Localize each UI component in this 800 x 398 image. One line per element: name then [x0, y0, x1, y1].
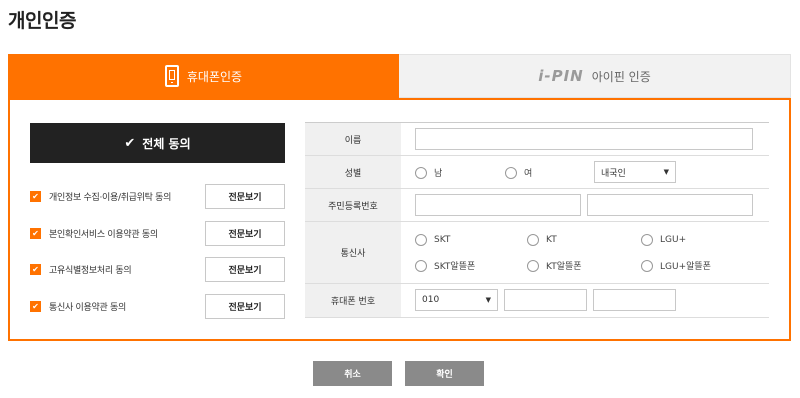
radio-circle-icon	[415, 234, 427, 246]
view-full-button[interactable]: 전문보기	[205, 220, 285, 246]
phone-cell: 010 ▼	[401, 284, 769, 317]
radio-circle-icon	[527, 259, 539, 272]
name-label: 이름	[305, 123, 401, 155]
radio-male[interactable]: 남	[415, 166, 442, 179]
radio-carrier-kt[interactable]: KT	[527, 234, 557, 246]
carrier-label-kt-mvno: KT알뜰폰	[546, 262, 582, 272]
radio-carrier-lgu[interactable]: LGU+	[641, 234, 686, 246]
radio-circle-icon	[415, 166, 427, 179]
term-label: 고유식별정보처리 동의	[49, 266, 132, 276]
terms-list: ✔ 개인정보 수집·이용/취급위탁 동의 전문보기 ✔ 본인확인서비스 이용약관…	[30, 184, 290, 330]
agree-all-button[interactable]: ✔ 전체 동의	[30, 123, 285, 163]
carrier-label-lgu: LGU+	[660, 235, 687, 245]
check-icon: ✔	[124, 135, 136, 151]
tab-phone-auth-label: 휴대폰인증	[186, 69, 243, 84]
phone-label: 휴대폰 번호	[305, 284, 401, 317]
phone-prefix-value: 010	[422, 295, 440, 305]
term-label: 통신사 이용약관 동의	[49, 302, 126, 313]
radio-carrier-lgu-mvno[interactable]: LGU+알뜰폰	[641, 259, 711, 272]
rrn-cell	[401, 189, 769, 221]
carrier-cell: SKT KT LGU+ SKT알뜰폰 KT알뜰폰 LGU+알뜰폰	[401, 222, 769, 283]
term-item: ✔ 고유식별정보처리 동의 전문보기	[30, 257, 290, 282]
term-label: 본인확인서비스 이용약관 동의	[49, 229, 158, 240]
checkbox-checked-icon[interactable]: ✔	[30, 191, 41, 202]
identity-form: 이름 성별 남 여 내국인 ▼ 주민등록번호 통신사 SKT KT LGU+ S…	[305, 122, 769, 318]
rrn-first-input[interactable]	[415, 194, 581, 216]
term-item: ✔ 통신사 이용약관 동의 전문보기	[30, 293, 290, 319]
view-full-button[interactable]: 전문보기	[205, 293, 285, 319]
phone-last-input[interactable]	[593, 289, 676, 311]
rrn-label: 주민등록번호	[305, 189, 401, 221]
radio-circle-icon	[505, 166, 517, 179]
tab-ipin-auth-label: 아이핀 인증	[591, 69, 651, 84]
radio-circle-icon	[527, 234, 539, 246]
phone-icon	[164, 65, 179, 87]
form-row-rrn: 주민등록번호	[305, 189, 769, 222]
term-label: 개인정보 수집·이용/취급위탁 동의	[49, 193, 172, 203]
name-input[interactable]	[415, 128, 753, 150]
radio-carrier-skt-mvno[interactable]: SKT알뜰폰	[415, 259, 475, 272]
view-full-button[interactable]: 전문보기	[205, 184, 285, 209]
agree-all-label: 전체 동의	[142, 136, 191, 151]
gender-label: 성별	[305, 156, 401, 188]
cancel-button[interactable]: 취소	[313, 361, 392, 386]
nationality-value: 내국인	[601, 168, 626, 179]
form-row-gender: 성별 남 여 내국인 ▼	[305, 156, 769, 189]
checkbox-checked-icon[interactable]: ✔	[30, 227, 41, 239]
form-row-name: 이름	[305, 123, 769, 156]
nationality-select[interactable]: 내국인 ▼	[594, 161, 676, 183]
checkbox-checked-icon[interactable]: ✔	[30, 264, 41, 275]
dropdown-arrow-icon: ▼	[485, 296, 491, 304]
tab-phone-auth[interactable]: 휴대폰인증	[8, 54, 399, 98]
phone-prefix-select[interactable]: 010 ▼	[415, 289, 498, 311]
carrier-label: 통신사	[305, 222, 401, 283]
radio-circle-icon	[641, 259, 653, 272]
phone-middle-input[interactable]	[504, 289, 587, 311]
gender-cell: 남 여 내국인 ▼	[401, 156, 769, 188]
tab-ipin-auth[interactable]: i-PIN 아이핀 인증	[399, 54, 791, 98]
rrn-second-input[interactable]	[587, 194, 753, 216]
name-cell	[401, 123, 769, 155]
form-row-phone: 휴대폰 번호 010 ▼	[305, 284, 769, 318]
auth-tabs: 휴대폰인증 i-PIN 아이핀 인증	[8, 54, 791, 98]
form-row-carrier: 통신사 SKT KT LGU+ SKT알뜰폰 KT알뜰폰 LGU+알뜰폰	[305, 222, 769, 284]
radio-circle-icon	[415, 259, 427, 272]
carrier-label-lgu-mvno: LGU+알뜰폰	[660, 262, 711, 272]
radio-female-label: 여	[524, 169, 533, 179]
radio-male-label: 남	[434, 169, 443, 179]
term-item: ✔ 개인정보 수집·이용/취급위탁 동의 전문보기	[30, 184, 290, 209]
page-title: 개인인증	[8, 10, 76, 32]
radio-circle-icon	[641, 234, 653, 246]
ipin-logo: i-PIN	[538, 67, 584, 85]
view-full-button[interactable]: 전문보기	[205, 257, 285, 282]
carrier-label-skt-mvno: SKT알뜰폰	[434, 262, 476, 272]
radio-carrier-skt[interactable]: SKT	[415, 234, 450, 246]
checkbox-checked-icon[interactable]: ✔	[30, 300, 41, 312]
auth-panel: ✔ 전체 동의 ✔ 개인정보 수집·이용/취급위탁 동의 전문보기 ✔ 본인확인…	[8, 98, 791, 341]
radio-female[interactable]: 여	[505, 166, 532, 179]
carrier-label-kt: KT	[546, 235, 557, 245]
dropdown-arrow-icon: ▼	[663, 168, 669, 176]
term-item: ✔ 본인확인서비스 이용약관 동의 전문보기	[30, 220, 290, 246]
carrier-label-skt: SKT	[434, 235, 451, 245]
confirm-button[interactable]: 확인	[405, 361, 484, 386]
radio-carrier-kt-mvno[interactable]: KT알뜰폰	[527, 259, 582, 272]
